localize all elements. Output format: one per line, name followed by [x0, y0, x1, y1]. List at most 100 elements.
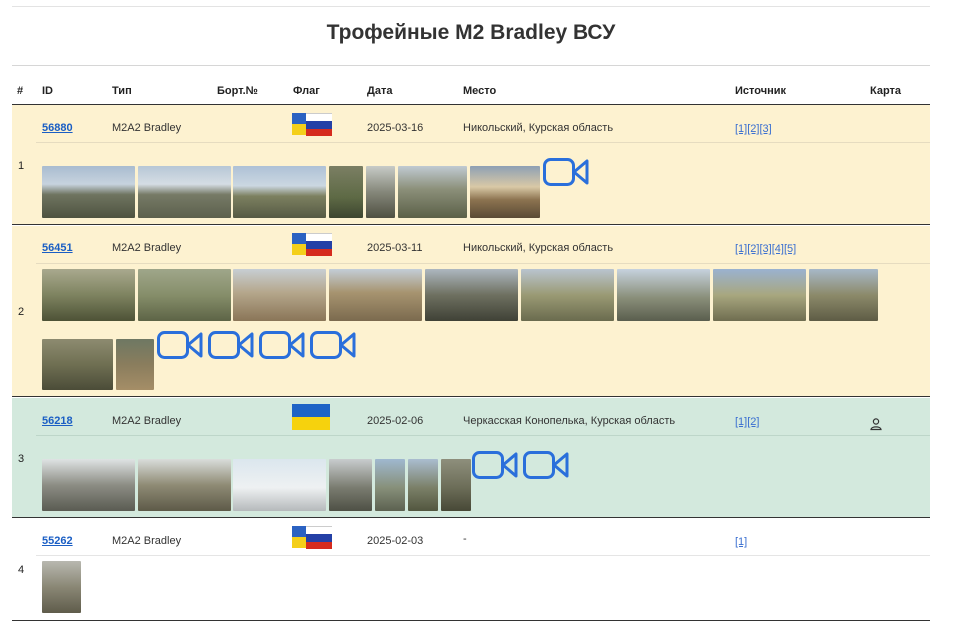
- row-info: 56880 M2A2 Bradley 2025-03-16 Никольский…: [36, 105, 930, 143]
- source-link[interactable]: [2]: [747, 243, 759, 255]
- row-type: M2A2 Bradley: [112, 122, 182, 134]
- source-link[interactable]: [1]: [735, 416, 747, 428]
- row-date: 2025-03-16: [367, 122, 424, 134]
- source-link[interactable]: [3]: [759, 243, 771, 255]
- row-number: 3: [18, 453, 25, 465]
- photo-thumbnail[interactable]: [329, 459, 372, 511]
- photo-thumbnail[interactable]: [42, 561, 81, 613]
- row-place: Черкасская Конопелька, Курская область: [463, 415, 676, 427]
- table-header: # ID Тип Борт.№ Флаг Дата Место Источник…: [12, 76, 930, 105]
- col-date[interactable]: Дата: [367, 85, 392, 97]
- row-id-link[interactable]: 56880: [42, 122, 73, 134]
- video-icon[interactable]: [259, 330, 305, 360]
- row-sources[interactable]: [1][2]: [735, 416, 759, 428]
- row-number: 1: [18, 160, 25, 172]
- photo-thumbnail[interactable]: [809, 269, 878, 321]
- col-bort[interactable]: Борт.№: [217, 85, 258, 97]
- video-icon[interactable]: [472, 450, 518, 480]
- col-id[interactable]: ID: [42, 85, 53, 97]
- photo-thumbnail[interactable]: [375, 459, 405, 511]
- video-icon[interactable]: [523, 450, 569, 480]
- source-link[interactable]: [1]: [735, 123, 747, 135]
- photo-thumbnail[interactable]: [233, 166, 326, 218]
- col-type[interactable]: Тип: [112, 85, 132, 97]
- table-row: 3 56218 M2A2 Bradley 2025-02-06 Черкасск…: [12, 398, 930, 518]
- video-icon[interactable]: [310, 330, 356, 360]
- col-map[interactable]: Карта: [870, 85, 901, 97]
- photo-thumbnail[interactable]: [233, 459, 326, 511]
- photo-thumbnail[interactable]: [470, 166, 540, 218]
- photo-thumbnail[interactable]: [398, 166, 467, 218]
- photo-thumbnail[interactable]: [441, 459, 471, 511]
- row-id-link[interactable]: 55262: [42, 535, 73, 547]
- photo-thumbnail[interactable]: [42, 166, 135, 218]
- row-sources[interactable]: [1][2][3]: [735, 123, 772, 135]
- row-info: 56218 M2A2 Bradley 2025-02-06 Черкасская…: [36, 398, 930, 436]
- row-id-link[interactable]: 56218: [42, 415, 73, 427]
- photo-thumbnail[interactable]: [138, 166, 231, 218]
- photo-thumbnail[interactable]: [713, 269, 806, 321]
- table-row: 4 55262 M2A2 Bradley 2025-02-03 - [1]: [12, 519, 930, 621]
- photo-thumbnail[interactable]: [366, 166, 395, 218]
- source-link[interactable]: [1]: [735, 243, 747, 255]
- row-media: [36, 143, 930, 223]
- row-place: -: [463, 533, 467, 545]
- table-row: 1 56880 M2A2 Bradley 2025-03-16 Никольск…: [12, 105, 930, 225]
- photo-thumbnail[interactable]: [42, 459, 135, 511]
- row-date: 2025-02-03: [367, 535, 424, 547]
- flag-ua-ru-icon: [292, 526, 332, 549]
- row-info: 55262 M2A2 Bradley 2025-02-03 - [1]: [36, 519, 930, 556]
- source-link[interactable]: [4]: [772, 243, 784, 255]
- row-number: 2: [18, 306, 25, 318]
- photo-thumbnail[interactable]: [425, 269, 518, 321]
- video-icon[interactable]: [543, 157, 589, 187]
- page: Трофейные M2 Bradley ВСУ # ID Тип Борт.№…: [12, 0, 930, 625]
- flag-ua-ru-icon: [292, 233, 332, 256]
- photo-thumbnail[interactable]: [138, 459, 231, 511]
- photo-thumbnail[interactable]: [233, 269, 326, 321]
- table-row: 2 56451 M2A2 Bradley 2025-03-11 Никольск…: [12, 226, 930, 397]
- photo-thumbnail[interactable]: [116, 339, 154, 390]
- col-place[interactable]: Место: [463, 85, 496, 97]
- photo-thumbnail[interactable]: [617, 269, 710, 321]
- source-link[interactable]: [3]: [759, 123, 771, 135]
- photo-thumbnail[interactable]: [329, 269, 422, 321]
- person-icon[interactable]: [869, 416, 883, 431]
- photo-thumbnail[interactable]: [42, 339, 113, 390]
- source-link[interactable]: [5]: [784, 243, 796, 255]
- page-title: Трофейные M2 Bradley ВСУ: [12, 7, 930, 59]
- title-suffix: ВСУ: [573, 21, 616, 44]
- row-date: 2025-02-06: [367, 415, 424, 427]
- col-flag[interactable]: Флаг: [293, 85, 320, 97]
- row-type: M2A2 Bradley: [112, 242, 182, 254]
- row-place: Никольский, Курская область: [463, 122, 614, 134]
- photo-thumbnail[interactable]: [329, 166, 363, 218]
- flag-ua-icon: [292, 404, 330, 430]
- col-source[interactable]: Источник: [735, 85, 786, 97]
- row-info: 56451 M2A2 Bradley 2025-03-11 Никольский…: [36, 226, 930, 264]
- row-type: M2A2 Bradley: [112, 415, 182, 427]
- photo-thumbnail[interactable]: [408, 459, 438, 511]
- row-id-link[interactable]: 56451: [42, 242, 73, 254]
- title-prefix: Трофейные: [326, 21, 450, 44]
- source-link[interactable]: [2]: [747, 123, 759, 135]
- photo-thumbnail[interactable]: [521, 269, 614, 321]
- source-link[interactable]: [2]: [747, 416, 759, 428]
- row-media: [36, 556, 930, 619]
- row-date: 2025-03-11: [367, 242, 423, 254]
- col-num: #: [17, 85, 24, 97]
- flag-ua-ru-icon: [292, 113, 332, 136]
- row-sources[interactable]: [1][2][3][4][5]: [735, 243, 796, 255]
- video-icon[interactable]: [157, 330, 203, 360]
- row-place: Никольский, Курская область: [463, 242, 614, 254]
- photo-thumbnail[interactable]: [42, 269, 135, 321]
- row-media: [36, 436, 930, 516]
- photo-thumbnail[interactable]: [138, 269, 231, 321]
- row-sources[interactable]: [1]: [735, 536, 747, 548]
- row-number: 4: [18, 564, 25, 576]
- row-type: M2A2 Bradley: [112, 535, 182, 547]
- title-bold: M2 Bradley: [455, 21, 568, 44]
- video-icon[interactable]: [208, 330, 254, 360]
- row-media: [36, 264, 930, 394]
- source-link[interactable]: [1]: [735, 536, 747, 548]
